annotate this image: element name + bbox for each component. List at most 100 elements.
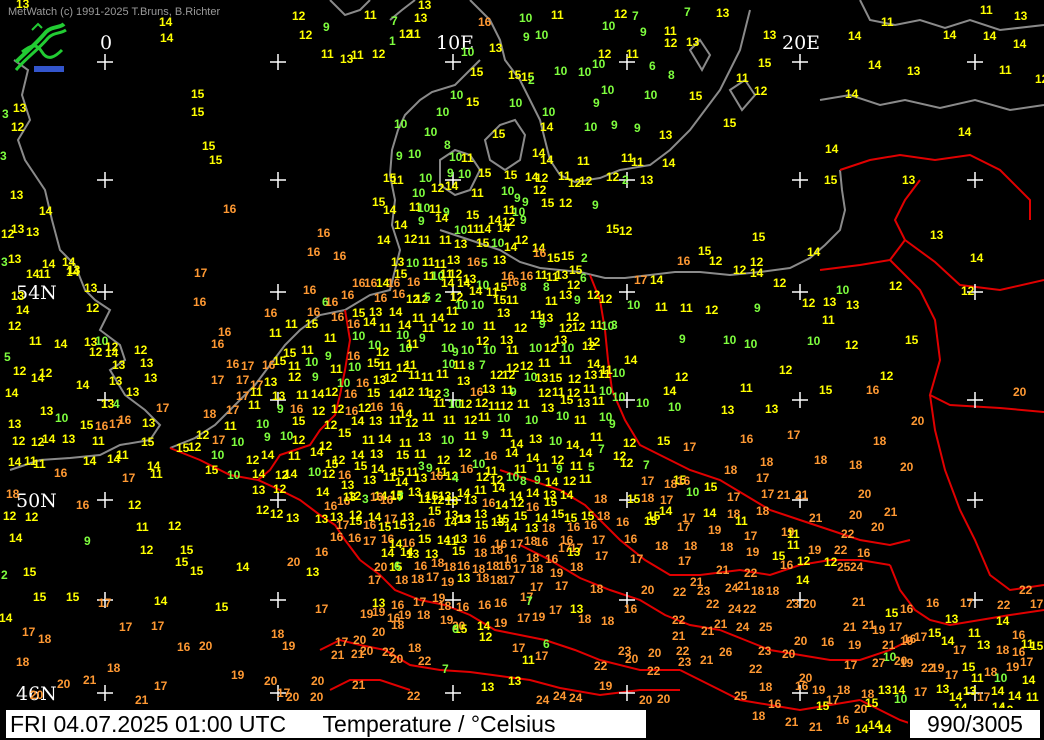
- station-temperature: 14: [66, 265, 80, 279]
- station-temperature: 11: [506, 343, 519, 357]
- station-temperature: 12: [515, 233, 529, 247]
- station-temperature: 14: [31, 371, 45, 385]
- station-temperature: 16: [494, 596, 508, 610]
- station-temperature: 19: [746, 545, 760, 559]
- station-temperature: 16: [545, 552, 559, 566]
- station-temperature: 8: [520, 280, 527, 294]
- station-temperature: 15: [292, 414, 306, 428]
- station-temperature: 13: [491, 515, 505, 529]
- station-temperature: 13: [11, 289, 25, 303]
- station-temperature: 16: [344, 387, 358, 401]
- station-temperature: 14: [579, 446, 593, 460]
- station-temperature: 15: [338, 426, 352, 440]
- station-temperature: 12: [572, 320, 586, 334]
- station-temperature: 15: [824, 173, 838, 187]
- station-temperature: 13: [315, 512, 329, 526]
- station-temperature: 12: [802, 296, 816, 310]
- station-temperature: 18: [641, 491, 655, 505]
- station-temperature: 16: [821, 635, 835, 649]
- station-temperature: 17: [413, 595, 427, 609]
- station-temperature: 17: [744, 529, 758, 543]
- station-temperature: 11: [655, 300, 668, 314]
- station-temperature: 14: [42, 432, 56, 446]
- station-temperature: 13: [126, 385, 140, 399]
- station-temperature: 12: [459, 397, 473, 411]
- station-temperature: 13: [16, 0, 30, 11]
- station-temperature: 21: [737, 579, 751, 593]
- station-temperature: 11: [478, 410, 491, 424]
- station-temperature: 16: [223, 202, 237, 216]
- station-temperature: 15: [190, 564, 204, 578]
- station-temperature: 14: [807, 245, 821, 259]
- station-temperature: 13: [457, 512, 471, 526]
- station-temperature: 9: [482, 428, 489, 442]
- station-temperature: 12: [559, 196, 573, 210]
- station-temperature: 16: [315, 545, 329, 559]
- station-temperature: 20: [374, 560, 388, 574]
- station-temperature: 20: [657, 692, 671, 706]
- station-temperature: 19: [1006, 660, 1020, 674]
- station-temperature: 10: [227, 468, 241, 482]
- station-temperature: 10: [352, 329, 366, 343]
- station-temperature: 19: [708, 523, 722, 537]
- station-temperature: 14: [5, 386, 19, 400]
- station-temperature: 16: [177, 640, 191, 654]
- station-temperature: 19: [532, 610, 546, 624]
- station-temperature: 17: [98, 596, 112, 610]
- station-temperature: 12: [606, 170, 620, 184]
- station-temperature: 20: [287, 555, 301, 569]
- station-temperature: 13: [414, 11, 428, 25]
- station-temperature: 11: [461, 151, 474, 165]
- station-temperature: 10: [483, 343, 497, 357]
- station-temperature: 13: [144, 371, 158, 385]
- station-temperature: 11: [787, 538, 800, 552]
- station-temperature: 18: [664, 477, 678, 491]
- station-temperature: 18: [476, 571, 490, 585]
- grid-cross: [270, 284, 286, 300]
- station-temperature: 14: [540, 153, 554, 167]
- station-temperature: 11: [418, 233, 431, 247]
- station-temperature: 14: [855, 722, 869, 736]
- station-temperature: 13: [306, 565, 320, 579]
- station-temperature: 15: [141, 435, 155, 449]
- station-temperature: 15: [723, 116, 737, 130]
- station-temperature: 21: [852, 595, 866, 609]
- station-temperature: 15: [905, 333, 919, 347]
- station-temperature: 20: [30, 688, 44, 702]
- station-temperature: 19: [282, 639, 296, 653]
- station-temperature: 13: [447, 253, 461, 267]
- station-temperature: 18: [391, 618, 405, 632]
- station-temperature: 17: [535, 649, 549, 663]
- station-temperature: 15: [466, 208, 480, 222]
- station-temperature: 9: [556, 462, 563, 476]
- grid-cross: [792, 392, 808, 408]
- station-temperature: 9: [419, 331, 426, 345]
- station-temperature: 13: [902, 173, 916, 187]
- station-temperature: 13: [936, 682, 950, 696]
- station-temperature: 19: [931, 661, 945, 675]
- station-temperature: 15: [606, 222, 620, 236]
- station-temperature: 11: [324, 331, 337, 345]
- station-temperature: 24: [736, 620, 750, 634]
- station-temperature: 10: [535, 28, 549, 42]
- station-temperature: 15: [819, 383, 833, 397]
- station-temperature: 21: [716, 563, 730, 577]
- station-temperature: 24: [553, 689, 567, 703]
- station-temperature: 11: [136, 520, 149, 534]
- station-temperature: 12: [709, 254, 723, 268]
- station-temperature: 15: [547, 251, 561, 265]
- station-temperature: 16: [330, 530, 344, 544]
- station-temperature: 14: [650, 273, 664, 287]
- station-temperature: 15: [191, 87, 205, 101]
- station-temperature: 12: [299, 28, 313, 42]
- station-temperature: 11: [592, 394, 605, 408]
- station-temperature: 11: [296, 388, 309, 402]
- station-temperature: 18: [16, 655, 30, 669]
- station-temperature: 13: [272, 389, 286, 403]
- station-temperature: 12: [270, 507, 284, 521]
- station-temperature: 13: [721, 403, 735, 417]
- station-temperature: 14: [236, 560, 250, 574]
- station-temperature: 20: [849, 508, 863, 522]
- station-temperature: 11: [999, 63, 1012, 77]
- station-temperature: 13: [140, 356, 154, 370]
